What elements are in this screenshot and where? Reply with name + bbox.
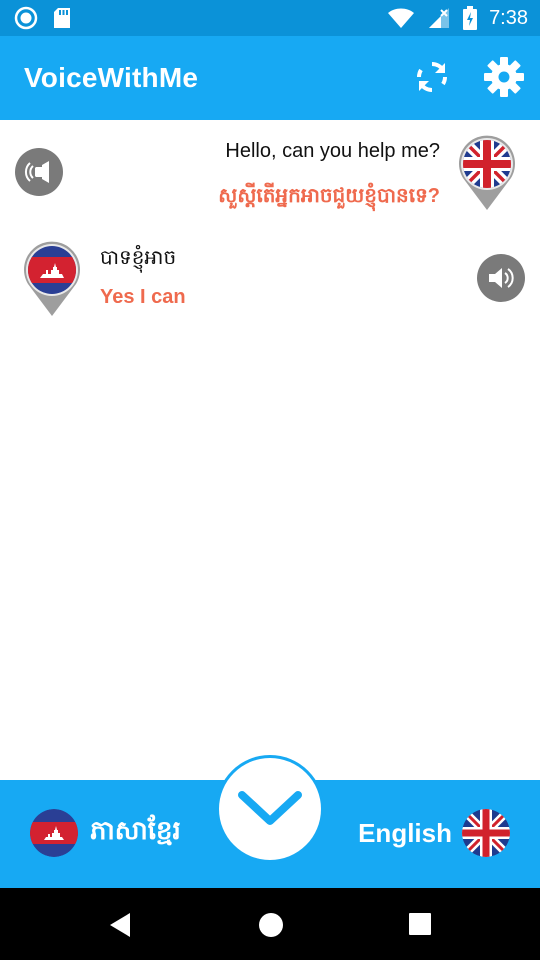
record-icon bbox=[14, 6, 38, 30]
target-language-label: English bbox=[358, 817, 452, 848]
cambodia-flag-icon bbox=[30, 809, 78, 857]
status-time: 7:38 bbox=[489, 7, 528, 29]
refresh-icon bbox=[416, 61, 448, 93]
cambodia-flag-icon bbox=[24, 241, 80, 316]
app-title: VoiceWithMe bbox=[24, 62, 199, 93]
navigation-bar bbox=[0, 888, 540, 960]
uk-flag-icon bbox=[462, 809, 510, 857]
gear-icon bbox=[484, 57, 524, 97]
settings-button[interactable] bbox=[481, 54, 527, 100]
translate-button[interactable] bbox=[219, 758, 321, 860]
status-bar: 7:38 bbox=[0, 0, 540, 36]
back-button[interactable] bbox=[108, 912, 134, 938]
uk-flag-icon bbox=[459, 135, 515, 210]
recents-button[interactable] bbox=[408, 912, 432, 936]
message-2-text: បាទខ្ញុំអាច bbox=[100, 247, 177, 269]
signal-icon bbox=[429, 8, 450, 28]
target-language-selector[interactable]: English bbox=[358, 809, 510, 857]
speaker-icon bbox=[24, 161, 49, 183]
chevron-down-icon bbox=[238, 791, 302, 825]
battery-icon bbox=[463, 6, 478, 30]
message-1-text: Hello, can you help me? bbox=[225, 140, 440, 162]
speaker-icon bbox=[489, 268, 514, 288]
home-button[interactable] bbox=[258, 912, 284, 938]
wifi-icon bbox=[388, 8, 415, 28]
conversation-list: Hello, can you help me? សួស្តីតើអ្នកអាចជ… bbox=[0, 120, 540, 780]
speak-message-1-button[interactable] bbox=[15, 148, 63, 196]
message-1-translation: សួស្តីតើអ្នកអាចជួយខ្ញុំបានទេ? bbox=[218, 185, 440, 207]
sd-card-icon bbox=[54, 8, 70, 28]
app-bar: VoiceWithMe bbox=[0, 36, 540, 120]
speak-message-2-button[interactable] bbox=[477, 254, 525, 302]
refresh-button[interactable] bbox=[409, 54, 455, 100]
source-language-selector[interactable]: ភាសាខ្មែរ bbox=[30, 809, 181, 857]
message-2-translation: Yes I can bbox=[100, 286, 186, 308]
source-language-label: ភាសាខ្មែរ bbox=[90, 815, 181, 845]
